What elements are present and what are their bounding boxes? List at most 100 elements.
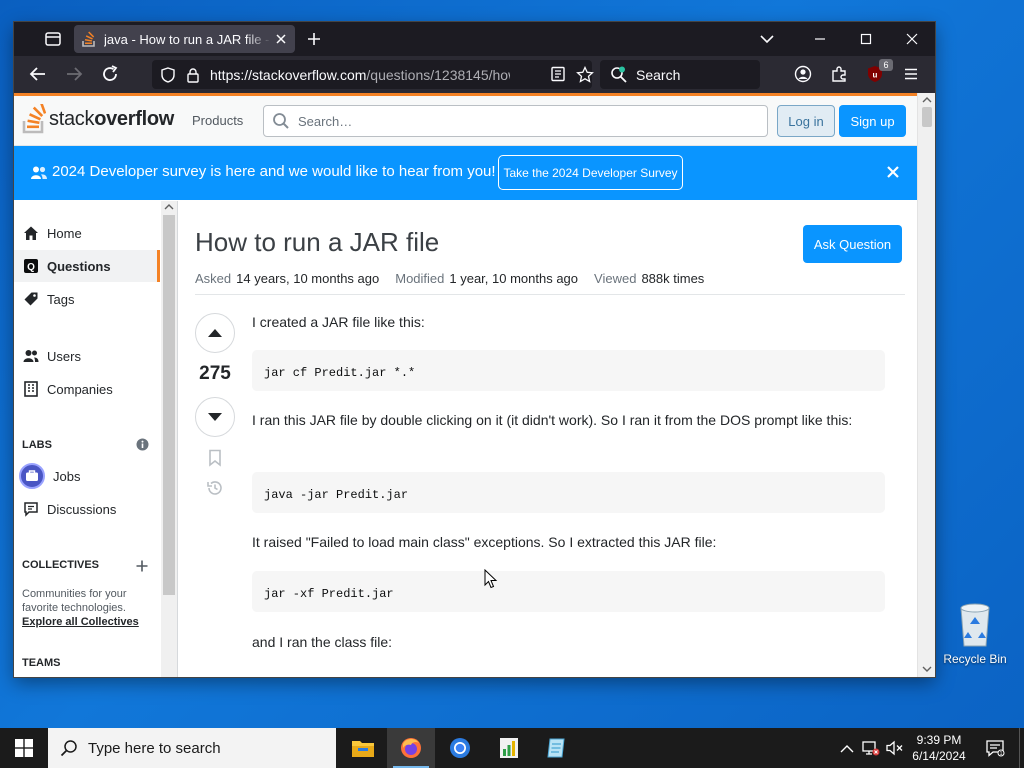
tab-title: java - How to run a JAR file - Stack Ove… <box>104 31 271 47</box>
recycle-bin-label: Recycle Bin <box>943 652 1007 666</box>
url-bar[interactable]: https://stackoverflow.com/questions/1238… <box>152 60 594 89</box>
scroll-down-icon[interactable] <box>922 666 932 672</box>
sidebar-item-questions[interactable]: Q Questions <box>14 250 160 282</box>
users-icon <box>23 350 39 362</box>
tray-volume[interactable] <box>884 728 906 768</box>
taskbar-notes-app[interactable] <box>533 728 581 768</box>
post-paragraph: I created a JAR file like this: <box>252 314 425 330</box>
bookmark-icon[interactable] <box>208 449 222 467</box>
search-icon <box>273 113 289 129</box>
minimize-button[interactable] <box>797 22 843 56</box>
tab-close-icon[interactable] <box>275 33 287 45</box>
maximize-button[interactable] <box>843 22 889 56</box>
taskbar-firefox[interactable] <box>387 728 435 768</box>
post-paragraph: I ran this JAR file by double clicking o… <box>252 412 853 428</box>
upvote-button[interactable] <box>195 313 235 353</box>
page-title[interactable]: How to run a JAR file <box>195 227 439 258</box>
show-desktop-button[interactable] <box>1019 728 1024 768</box>
folder-icon <box>352 741 374 757</box>
reload-icon[interactable] <box>101 65 119 83</box>
recycle-bin-icon <box>960 603 990 647</box>
ask-question-button[interactable]: Ask Question <box>803 225 902 263</box>
browser-search-placeholder: Search <box>636 66 681 83</box>
close-window-button[interactable] <box>889 22 935 56</box>
asked-label: Asked <box>195 271 232 286</box>
page-content: stackoverflow Products Search… Log in Si… <box>14 93 917 677</box>
tag-icon <box>24 292 38 306</box>
survey-button[interactable]: Take the 2024 Developer Survey <box>498 155 683 190</box>
products-link[interactable]: Products <box>192 113 243 128</box>
notepad-icon <box>547 738 565 758</box>
notification-center-button[interactable]: 1 <box>978 728 1012 768</box>
back-arrow-icon[interactable] <box>29 65 47 83</box>
sidebar-item-companies[interactable]: Companies <box>14 373 160 405</box>
labs-header: LABS <box>22 439 52 451</box>
hamburger-menu-icon[interactable] <box>902 65 920 83</box>
plus-icon[interactable] <box>136 560 148 572</box>
firefox-icon <box>401 738 421 758</box>
taskbar-chrome[interactable] <box>436 728 484 768</box>
divider <box>195 294 905 295</box>
tab-active[interactable]: java - How to run a JAR file - Stack Ove… <box>74 25 295 53</box>
scroll-up-icon[interactable] <box>922 97 932 103</box>
browser-search-bar[interactable]: Search <box>600 60 760 89</box>
info-icon[interactable] <box>136 438 149 451</box>
page-scroll-thumb[interactable] <box>922 107 932 127</box>
extensions-icon[interactable] <box>830 65 848 83</box>
taskbar-file-explorer[interactable] <box>339 728 387 768</box>
history-icon[interactable] <box>206 479 224 497</box>
sidebar-item-tags[interactable]: Tags <box>14 283 160 315</box>
login-button[interactable]: Log in <box>777 105 835 137</box>
scroll-up-icon[interactable] <box>164 204 174 210</box>
sidebar-item-label: Questions <box>47 258 111 274</box>
svg-text:u: u <box>873 71 878 80</box>
clock-date: 6/14/2024 <box>912 749 966 763</box>
page-scrollbar[interactable] <box>917 93 935 677</box>
start-button[interactable] <box>0 728 48 768</box>
account-icon[interactable] <box>794 65 812 83</box>
sidebar-scroll-thumb[interactable] <box>163 215 175 595</box>
tab-strip: java - How to run a JAR file - Stack Ove… <box>14 22 935 56</box>
lock-icon[interactable] <box>186 67 200 83</box>
so-logo[interactable]: stackoverflow <box>22 104 174 134</box>
tray-overflow-button[interactable] <box>838 728 856 768</box>
new-tab-icon[interactable] <box>306 31 322 47</box>
viewed-value: 888k times <box>641 271 705 286</box>
taskbar-chart-app[interactable] <box>485 728 533 768</box>
close-icon <box>906 33 918 45</box>
home-icon <box>24 226 38 240</box>
shield-icon[interactable] <box>160 66 176 83</box>
bookmark-star-icon[interactable] <box>576 66 594 84</box>
so-search-input[interactable]: Search… <box>263 105 768 137</box>
taskbar-search-box[interactable]: Type here to search <box>48 728 336 768</box>
sidebar-item-home[interactable]: Home <box>14 217 160 249</box>
recycle-bin[interactable]: Recycle Bin <box>938 600 1012 666</box>
sidebar-scrollbar[interactable] <box>161 201 177 677</box>
stackoverflow-logo-icon <box>22 104 46 134</box>
reader-view-icon[interactable] <box>550 66 566 82</box>
collectives-description: Communities for your favorite technologi… <box>22 588 127 614</box>
tray-network[interactable] <box>860 728 882 768</box>
vote-cell: 275 <box>195 313 235 497</box>
list-all-tabs-button[interactable] <box>737 22 797 56</box>
modified-value[interactable]: 1 year, 10 months ago <box>449 271 578 286</box>
sidebar-item-label: Tags <box>47 291 75 307</box>
chrome-icon <box>450 738 470 758</box>
sidebar-item-discussions[interactable]: Discussions <box>14 493 160 525</box>
signup-button[interactable]: Sign up <box>839 105 906 137</box>
forward-arrow-icon[interactable] <box>65 65 83 83</box>
explore-collectives-link[interactable]: Explore all Collectives <box>22 616 139 628</box>
sidebar-item-users[interactable]: Users <box>14 340 160 372</box>
firefox-view-icon[interactable] <box>44 30 62 48</box>
briefcase-icon <box>19 463 45 489</box>
taskbar-clock[interactable]: 9:39 PM 6/14/2024 <box>905 732 973 764</box>
logo-wordmark: stackoverflow <box>49 108 174 131</box>
survey-banner: 2024 Developer survey is here and we wou… <box>14 146 917 200</box>
taskbar: Type here to search 9:39 PM 6/14/2024 1 <box>0 728 1024 768</box>
downvote-button[interactable] <box>195 397 235 437</box>
close-icon[interactable] <box>886 165 900 179</box>
sidebar-item-jobs[interactable]: Jobs <box>14 460 160 492</box>
upvote-arrow-icon <box>208 329 222 337</box>
maximize-icon <box>860 33 872 45</box>
banner-text: 2024 Developer survey is here and we wou… <box>52 163 496 180</box>
